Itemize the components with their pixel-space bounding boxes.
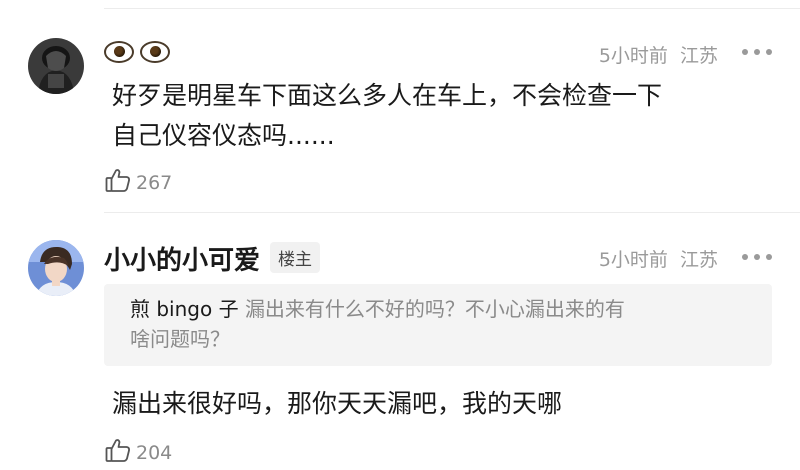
thumbs-up-icon bbox=[104, 436, 132, 469]
thumbs-up-icon bbox=[104, 166, 132, 199]
quoted-reply[interactable]: 煎 bingo 子 漏出来有什么不好的吗？不小心漏出来的有 啥问题吗？ bbox=[104, 284, 772, 366]
comment-text: 漏出来很好吗，那你天天漏吧，我的天哪 bbox=[112, 389, 563, 418]
avatar[interactable] bbox=[28, 38, 84, 94]
eyes-emoji-icon bbox=[104, 41, 170, 63]
comment-time: 5小时前 bbox=[598, 45, 668, 67]
comment-meta: 5小时前 江苏 bbox=[599, 41, 718, 68]
avatar[interactable] bbox=[28, 240, 84, 296]
like-button[interactable]: 267 bbox=[104, 166, 172, 199]
comment-location: 江苏 bbox=[679, 45, 718, 67]
comment-time: 5小时前 bbox=[598, 249, 668, 271]
like-count: 267 bbox=[136, 171, 173, 194]
divider bbox=[104, 212, 800, 213]
comment-location: 江苏 bbox=[679, 249, 718, 271]
like-button[interactable]: 204 bbox=[104, 436, 172, 469]
author-name[interactable]: 小小的小可爱 楼主 bbox=[104, 240, 321, 277]
op-badge: 楼主 bbox=[270, 242, 321, 273]
quote-text: 啥问题吗？ bbox=[130, 327, 230, 351]
comment-list: 5小时前 江苏 好歹是明星车下面这么多人在车上，不会检查一下 自己仪容仪态吗..… bbox=[0, 0, 800, 470]
quote-text: 漏出来有什么不好的吗？不小心漏出来的有 bbox=[244, 297, 625, 321]
author-name[interactable] bbox=[104, 40, 170, 70]
quote-author[interactable]: 煎 bingo 子 bbox=[130, 297, 239, 321]
like-count: 204 bbox=[136, 441, 173, 464]
more-dots-icon[interactable] bbox=[742, 49, 772, 55]
comment-text: 好歹是明星车下面这么多人在车上，不会检查一下 自己仪容仪态吗...... bbox=[112, 81, 663, 150]
comment-meta: 5小时前 江苏 bbox=[599, 245, 718, 272]
divider bbox=[104, 8, 800, 9]
more-dots-icon[interactable] bbox=[742, 254, 772, 260]
